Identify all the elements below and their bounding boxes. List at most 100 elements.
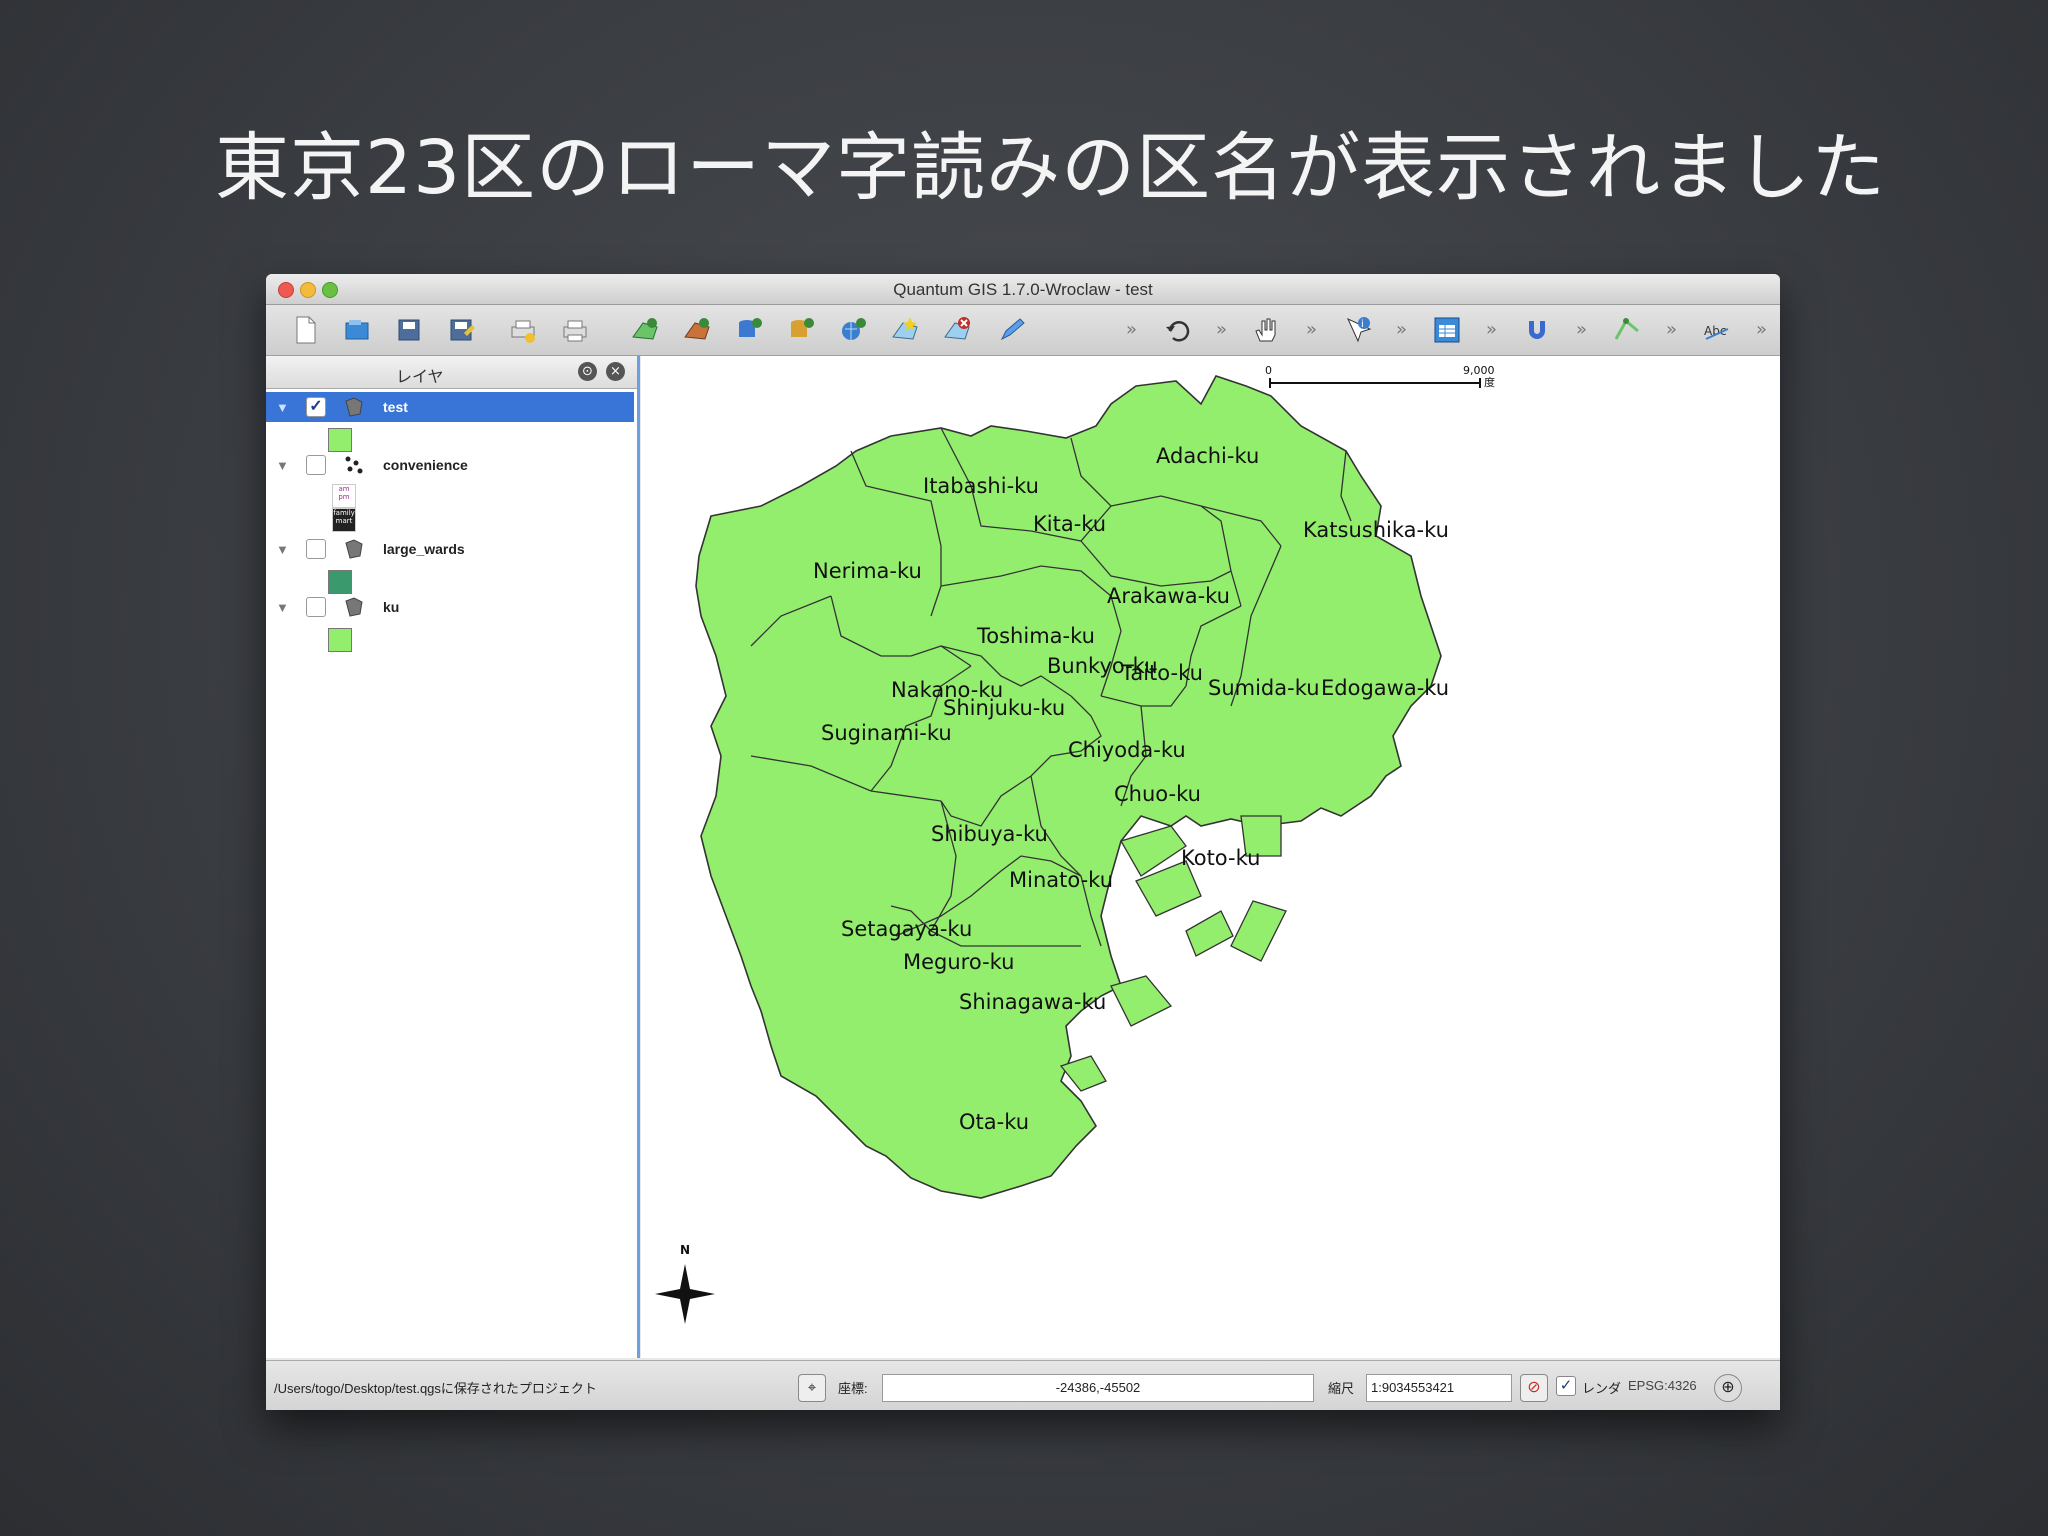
- ward-label-toshima: Toshima-ku: [977, 624, 1095, 648]
- undo-icon[interactable]: [1162, 313, 1196, 347]
- layer-visibility-checkbox[interactable]: ✓: [306, 397, 326, 417]
- vertex-icon[interactable]: [1610, 313, 1644, 347]
- add-raster-layer-icon[interactable]: [680, 313, 714, 347]
- layer-visibility-checkbox[interactable]: [306, 455, 326, 475]
- ward-label-chiyoda: Chiyoda-ku: [1068, 738, 1186, 762]
- coord-label: 座標:: [838, 1381, 868, 1396]
- legend-swatch: [328, 428, 352, 452]
- svg-text:i: i: [1361, 319, 1364, 330]
- toolbar: » » » i » » » » Abc »: [266, 305, 1780, 356]
- point-layer-icon: [345, 456, 363, 474]
- ward-label-minato: Minato-ku: [1009, 868, 1114, 892]
- toolbar-overflow-chevron[interactable]: »: [1306, 319, 1317, 340]
- add-spatialite-layer-icon[interactable]: [784, 313, 818, 347]
- layer-name: large_wards: [383, 541, 465, 557]
- expand-arrow-icon[interactable]: ▼: [276, 400, 289, 415]
- coordinate-toggle-icon[interactable]: ⌖: [798, 1374, 826, 1402]
- toolbar-overflow-chevron[interactable]: »: [1216, 319, 1227, 340]
- north-label: N: [680, 1243, 690, 1257]
- polygon-layer-icon: [345, 597, 363, 617]
- render-checkbox[interactable]: ✓: [1556, 1376, 1576, 1396]
- ward-label-ota: Ota-ku: [959, 1110, 1030, 1134]
- layer-visibility-checkbox[interactable]: [306, 539, 326, 559]
- expand-arrow-icon[interactable]: ▼: [276, 600, 289, 615]
- layer-row-large-wards[interactable]: ▼ large_wards: [266, 534, 634, 564]
- layer-row-convenience[interactable]: ▼ convenience: [266, 450, 634, 480]
- ward-label-shinagawa: Shinagawa-ku: [959, 990, 1107, 1014]
- layer-row-ku[interactable]: ▼ ku: [266, 592, 634, 622]
- map-canvas[interactable]: 0 9,000 度 N Adachi-ku Itabashi-ku Kita-k…: [641, 356, 1780, 1358]
- layer-panel-title: レイヤ: [396, 367, 444, 386]
- stop-render-icon[interactable]: ⊘: [1520, 1374, 1548, 1402]
- scale-bar: 0 9,000 度: [1265, 364, 1495, 389]
- scale-field[interactable]: 1:9034553421: [1366, 1374, 1512, 1402]
- expand-arrow-icon[interactable]: ▼: [276, 542, 289, 557]
- print-icon[interactable]: [558, 313, 592, 347]
- familymart-legend-icon: family mart: [332, 508, 356, 532]
- ward-label-adachi: Adachi-ku: [1156, 444, 1260, 468]
- layer-row-test[interactable]: ▼ ✓ test: [266, 392, 634, 422]
- status-bar: /Users/togo/Desktop/test.qgsに保存されたプロジェクト…: [266, 1360, 1780, 1410]
- toolbar-overflow-chevron[interactable]: »: [1126, 319, 1137, 340]
- layer-panel-header: レイヤ ⊙ ×: [266, 356, 637, 389]
- open-project-icon[interactable]: [340, 313, 374, 347]
- new-shapefile-icon[interactable]: [888, 313, 922, 347]
- new-project-icon[interactable]: [288, 313, 322, 347]
- ward-label-arakawa: Arakawa-ku: [1107, 584, 1230, 608]
- legend-swatch: [328, 570, 352, 594]
- ward-label-katsushika: Katsushika-ku: [1303, 518, 1449, 542]
- layer-name: test: [383, 399, 408, 415]
- remove-layer-icon[interactable]: [940, 313, 974, 347]
- coordinate-field[interactable]: -24386,-45502: [882, 1374, 1314, 1402]
- ward-label-meguro: Meguro-ku: [903, 950, 1015, 974]
- toolbar-overflow-chevron[interactable]: »: [1576, 319, 1587, 340]
- layer-name: convenience: [383, 457, 468, 473]
- projection-icon[interactable]: ⊕: [1714, 1374, 1742, 1402]
- status-message: /Users/togo/Desktop/test.qgsに保存されたプロジェクト: [274, 1381, 597, 1396]
- north-arrow: N: [655, 1243, 715, 1324]
- ampm-legend-icon: am pm: [332, 484, 356, 508]
- ward-label-nerima: Nerima-ku: [813, 559, 922, 583]
- layer-panel: レイヤ ⊙ × ▼ ✓ test ▼ convenience am pm fam…: [266, 356, 640, 1358]
- ward-label-shinjuku: Shinjuku-ku: [943, 696, 1066, 720]
- label-icon[interactable]: Abc: [1700, 313, 1734, 347]
- close-panel-icon[interactable]: ×: [606, 362, 625, 381]
- render-label: レンダ: [1582, 1381, 1622, 1396]
- ward-label-suginami: Suginami-ku: [821, 721, 952, 745]
- print-composer-icon[interactable]: [506, 313, 540, 347]
- toolbar-overflow-chevron[interactable]: »: [1486, 319, 1497, 340]
- toolbar-overflow-chevron[interactable]: »: [1756, 319, 1767, 340]
- add-wms-layer-icon[interactable]: [836, 313, 870, 347]
- ward-label-edogawa: Edogawa-ku: [1321, 676, 1450, 700]
- legend-swatch: [328, 628, 352, 652]
- expand-arrow-icon[interactable]: ▼: [276, 458, 289, 473]
- title-bar: Quantum GIS 1.7.0-Wroclaw - test: [266, 274, 1780, 305]
- scale-unit: 度: [1484, 375, 1495, 389]
- magnet-icon[interactable]: [1520, 313, 1554, 347]
- save-as-icon[interactable]: [444, 313, 478, 347]
- float-panel-icon[interactable]: ⊙: [578, 362, 597, 381]
- toolbar-overflow-chevron[interactable]: »: [1396, 319, 1407, 340]
- layer-name: ku: [383, 599, 400, 615]
- ward-label-kita: Kita-ku: [1033, 512, 1107, 536]
- scale-label: 縮尺: [1328, 1381, 1355, 1396]
- ward-label-chuo: Chuo-ku: [1114, 782, 1201, 806]
- identify-icon[interactable]: i: [1340, 313, 1374, 347]
- polygon-layer-icon: [345, 397, 363, 417]
- add-postgis-layer-icon[interactable]: [732, 313, 766, 347]
- edit-pencil-icon[interactable]: [996, 313, 1030, 347]
- add-vector-layer-icon[interactable]: [628, 313, 662, 347]
- crs-label[interactable]: EPSG:4326: [1628, 1378, 1697, 1393]
- toolbar-overflow-chevron[interactable]: »: [1666, 319, 1677, 340]
- ward-label-koto: Koto-ku: [1181, 846, 1261, 870]
- pan-icon[interactable]: [1250, 313, 1284, 347]
- window-title: Quantum GIS 1.7.0-Wroclaw - test: [893, 280, 1153, 299]
- attribute-table-icon[interactable]: [1430, 313, 1464, 347]
- scale-start: 0: [1265, 364, 1272, 377]
- ward-label-setagaya: Setagaya-ku: [841, 917, 973, 941]
- save-project-icon[interactable]: [392, 313, 426, 347]
- slide-title: 東京23区のローマ字読みの区名が表示されました: [215, 125, 1887, 211]
- ward-label-sumida: Sumida-ku: [1208, 676, 1320, 700]
- polygon-layer-icon: [345, 539, 363, 559]
- layer-visibility-checkbox[interactable]: [306, 597, 326, 617]
